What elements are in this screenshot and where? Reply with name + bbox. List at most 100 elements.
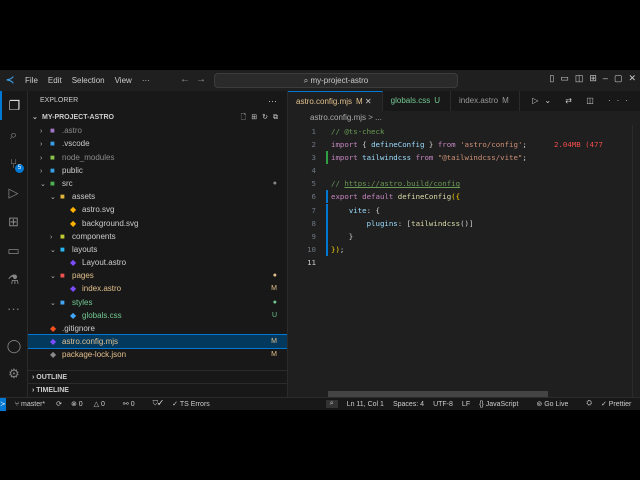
remote-explorer-icon[interactable]: ▭	[0, 236, 27, 265]
cursor-position[interactable]: Ln 11, Col 1	[347, 401, 384, 408]
tab-status: M	[502, 96, 509, 105]
more-icon[interactable]: ···	[0, 294, 27, 323]
settings-gear-icon[interactable]: ⚙	[0, 359, 28, 388]
folder-icon: ■	[50, 152, 55, 162]
breadcrumb-file[interactable]: astro.config.mjs	[310, 113, 366, 122]
menu-item[interactable]: Edit	[48, 76, 62, 85]
more-actions-icon[interactable]: ···	[268, 91, 277, 111]
tree-item[interactable]: ⌄ ■ pages ●	[28, 269, 287, 282]
tab-globals-css[interactable]: globals.css U	[383, 91, 451, 111]
zoom-icon[interactable]: ⌕	[325, 400, 338, 408]
copilot-icon[interactable]: ⛭	[586, 400, 592, 408]
code-token: defineConfig	[397, 192, 452, 202]
gutter	[316, 217, 331, 230]
tree-item[interactable]: ⌄ ■ src ●	[28, 177, 287, 190]
command-center-search[interactable]: ⌕ my-project-astro	[214, 73, 458, 88]
search-label: my-project-astro	[310, 76, 369, 85]
nav-arrows[interactable]: ←→	[180, 74, 212, 85]
tree-item[interactable]: › ■ public	[28, 164, 287, 177]
outline-section[interactable]: › OUTLINE	[28, 370, 288, 383]
tree-item[interactable]: ⌄ ■ assets	[28, 190, 287, 203]
chevron-down-icon: ⌄	[40, 180, 46, 188]
tree-item[interactable]: ◆ .gitignore	[28, 322, 287, 335]
import-cost-hint: 2.04MB (477	[554, 140, 603, 150]
folder-icon: ■	[60, 231, 65, 241]
restore-icon[interactable]: ▢	[614, 73, 623, 84]
go-live-button[interactable]: ⊚ Go Live	[536, 400, 577, 408]
layout-icon[interactable]: ⊞	[589, 73, 597, 84]
prettier-status[interactable]: ✓ Prettier	[601, 400, 640, 408]
close-tab-icon[interactable]: ✕	[363, 97, 372, 106]
tree-item[interactable]: ◆ background.svg	[28, 217, 287, 230]
project-root[interactable]: ⌄ MY-PROJECT-ASTRO 🗋⊞↻⧉	[28, 111, 287, 124]
tree-item[interactable]: › ■ node_modules	[28, 151, 287, 164]
ts-errors-status[interactable]: ✓ TS Errors	[172, 400, 219, 408]
close-icon[interactable]: ✕	[628, 73, 636, 84]
indentation[interactable]: Spaces: 4	[393, 401, 424, 408]
folder-icon: ■	[50, 126, 55, 136]
code-line: 9 }	[288, 229, 640, 243]
explorer-icon[interactable]: ❐	[0, 91, 27, 120]
branch-status[interactable]: ⑂ master* ⟳	[15, 400, 62, 408]
code-editor[interactable]: 1 // @ts-check 2 import { defineConfig } fr…	[288, 125, 640, 269]
source-control-icon[interactable]: ⑂ 5	[0, 149, 27, 178]
extensions-icon[interactable]: ⊞	[0, 207, 27, 236]
menu-item[interactable]: File	[25, 76, 38, 85]
toggle-sidebar-icon[interactable]: ▯	[549, 73, 554, 84]
warning-count: 0	[100, 401, 105, 408]
file-icon: ◆	[70, 258, 77, 268]
tab-index-astro[interactable]: index.astro M	[451, 91, 520, 111]
menu-item[interactable]: View	[115, 76, 132, 85]
git-status: M	[271, 351, 277, 359]
minimize-icon[interactable]: –	[603, 73, 608, 84]
tree-item[interactable]: ◆ astro.svg	[28, 203, 287, 216]
vertical-scrollbar[interactable]	[632, 125, 640, 397]
run-debug-icon[interactable]: ▷	[0, 178, 27, 207]
tree-item[interactable]: ⌄ ■ styles ●	[28, 296, 287, 309]
outline-label: OUTLINE	[36, 374, 68, 381]
chevron-down-icon: ⌄	[50, 273, 56, 281]
code-token: ({	[451, 192, 461, 202]
eol[interactable]: LF	[462, 401, 470, 408]
menu-item[interactable]: ···	[142, 76, 150, 85]
git-modified-marker	[326, 229, 328, 243]
git-status: M	[271, 285, 277, 293]
tree-item[interactable]: ◆ astro.config.mjs M	[28, 334, 287, 350]
explorer-tools[interactable]: 🗋⊞↻⧉	[241, 111, 283, 124]
window-controls[interactable]: ▯ ▭ ◫ ⊞ – ▢ ✕	[549, 73, 636, 84]
tree-item[interactable]: ◆ Layout.astro	[28, 256, 287, 269]
tree-item[interactable]: ◆ package-lock.json M	[28, 348, 287, 361]
problems-status[interactable]: ⊗ 0 △ 0	[71, 400, 114, 408]
split-icon[interactable]: ◫	[575, 73, 584, 84]
editor-tabs: astro.config.mjs M ✕ globals.css Uindex.ast…	[288, 91, 640, 111]
shield-icon[interactable]: ⛉✓	[153, 400, 164, 408]
tree-item[interactable]: › ■ .vscode	[28, 137, 287, 150]
tab-astro-config-mjs[interactable]: astro.config.mjs M ✕	[288, 91, 383, 111]
breadcrumb-symbol[interactable]: ...	[375, 113, 382, 122]
remote-icon[interactable]: ≻	[0, 397, 6, 411]
language-mode[interactable]: {} JavaScript	[479, 401, 527, 408]
tree-item[interactable]: ◆package.json M	[28, 362, 287, 365]
breadcrumb[interactable]: astro.config.mjs > ...	[288, 111, 640, 125]
testing-icon[interactable]: ⚗	[0, 265, 27, 294]
code-token: })	[331, 244, 340, 254]
code-token: tailwindcss	[362, 153, 412, 163]
timeline-section[interactable]: › TIMELINE	[28, 383, 288, 396]
tree-item-label: layouts	[72, 244, 98, 254]
search-icon[interactable]: ⌕	[0, 120, 27, 149]
tree-item[interactable]: › ■ components	[28, 230, 287, 243]
encoding[interactable]: UTF-8	[433, 401, 453, 408]
menu-item[interactable]: Selection	[72, 76, 105, 85]
tree-item[interactable]: › ■ .astro	[28, 124, 287, 137]
tree-item[interactable]: ⌄ ■ layouts	[28, 243, 287, 256]
accounts-icon[interactable]: ◯	[0, 331, 28, 360]
tree-item[interactable]: ◆ index.astro M	[28, 282, 287, 295]
toggle-panel-icon[interactable]: ▭	[560, 73, 569, 84]
tree-item[interactable]: ◆ globals.css U	[28, 309, 287, 322]
code-token: {	[357, 140, 372, 150]
editor-actions[interactable]: ▷⌄ ⇄ ◫ ···	[532, 91, 634, 111]
folder-icon: ■	[60, 271, 65, 281]
line-number: 5	[311, 179, 316, 189]
ports-status[interactable]: ⚯ 0	[123, 400, 144, 408]
